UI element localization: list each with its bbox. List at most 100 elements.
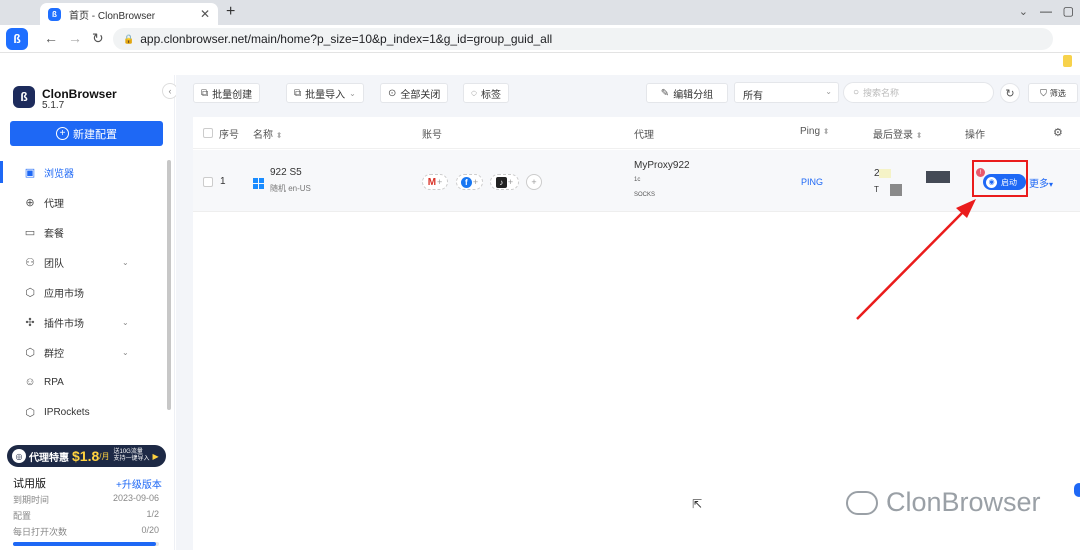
- table-header: 序号 名称 ⬍ 账号 代理 Ping ⬍ 最后登录 ⬍ 操作 ⚙: [193, 117, 1080, 149]
- proxy-type: SOCKS: [634, 192, 656, 198]
- proxy-promo-banner[interactable]: ◎ 代理特惠 $1.8 /月 送10G流量 支持一键导入 ▶: [7, 445, 166, 467]
- sidebar-item-label: 团队: [44, 258, 64, 270]
- plan-name: 试用版: [13, 478, 46, 490]
- column-settings-gear-icon[interactable]: ⚙: [1053, 126, 1063, 139]
- header-last-login[interactable]: 最后登录 ⬍: [873, 126, 922, 141]
- address-bar[interactable]: 🔒 app.clonbrowser.net/main/home?p_size=1…: [113, 28, 1053, 50]
- pencil-icon: ✎: [660, 87, 670, 99]
- promo-unit: /月: [99, 451, 110, 461]
- sidebar-item-1[interactable]: ⊕ 代理: [0, 187, 170, 217]
- more-dropdown[interactable]: 更多▾: [1029, 175, 1053, 190]
- back-icon[interactable]: ←: [44, 30, 58, 46]
- row-checkbox[interactable]: [203, 177, 213, 187]
- copy-icon: ⧉: [201, 87, 209, 99]
- table-row[interactable]: 1 922 S5 随机 en-US M + f + ♪ + + MyProxy922 …: [193, 150, 1080, 212]
- lock-icon: 🔒: [123, 33, 135, 44]
- promo-line-2: 支持一键导入: [113, 456, 150, 462]
- package-icon: ▭: [24, 226, 36, 239]
- clonbrowser-favicon-icon: ß: [48, 7, 61, 21]
- facebook-account-chip[interactable]: f +: [456, 174, 483, 190]
- header-ping[interactable]: Ping ⬍: [800, 126, 830, 137]
- tiktok-icon: ♪: [495, 176, 507, 188]
- brand-version: 5.1.7: [42, 100, 65, 111]
- forward-icon[interactable]: →: [68, 30, 82, 46]
- facebook-icon: f: [460, 176, 472, 188]
- sort-icon: ⬍: [915, 131, 923, 140]
- sidebar-item-label: 群控: [44, 348, 64, 360]
- chevron-down-icon[interactable]: ⌄: [122, 258, 129, 267]
- new-config-button[interactable]: + 新建配置: [10, 121, 163, 146]
- gmail-icon: M: [427, 176, 437, 188]
- add-account-button[interactable]: +: [526, 174, 542, 190]
- sidebar-item-3[interactable]: ⚇ 团队 ⌄: [0, 247, 170, 277]
- minimize-icon[interactable]: —: [1040, 4, 1052, 18]
- select-all-checkbox[interactable]: [203, 128, 213, 138]
- close-all-button[interactable]: ⊙ 全部关闭: [380, 83, 449, 103]
- promo-text: 代理特惠: [29, 452, 69, 464]
- close-all-label: 全部关闭: [400, 89, 441, 101]
- brand-logo-icon: ß: [13, 86, 35, 108]
- app-logo-icon[interactable]: ß: [6, 28, 28, 50]
- url-text: app.clonbrowser.net/main/home?p_size=10&…: [140, 32, 553, 46]
- filter-button[interactable]: ⛉ 筛选: [1028, 83, 1078, 103]
- gmail-account-chip[interactable]: M +: [422, 174, 448, 190]
- tags-label: 标签: [480, 89, 501, 101]
- search-placeholder: 搜索名称: [863, 88, 900, 98]
- floating-help-button[interactable]: [1074, 483, 1080, 497]
- sidebar-item-2[interactable]: ▭ 套餐: [0, 217, 170, 247]
- sidebar-item-6[interactable]: ⬡ 群控 ⌄: [0, 337, 170, 367]
- chevron-down-icon[interactable]: ⌄: [122, 318, 129, 327]
- header-name-label: 名称: [253, 130, 273, 141]
- sidebar-scrollbar[interactable]: [167, 160, 171, 410]
- batch-create-button[interactable]: ⧉ 批量创建: [193, 83, 261, 103]
- chevron-down-icon: ⌄: [825, 87, 832, 96]
- expire-label: 到期时间: [13, 495, 50, 505]
- sidebar-item-4[interactable]: ⬡ 应用市场: [0, 277, 170, 307]
- browser-tab[interactable]: ß 首页 - ClonBrowser ✕: [40, 3, 218, 25]
- tags-button[interactable]: ◌ 标签: [463, 83, 509, 103]
- edit-group-label: 编辑分组: [673, 89, 714, 101]
- batch-import-button[interactable]: ⧉ 批量导入 ⌄: [286, 83, 364, 103]
- reload-icon[interactable]: ↻: [92, 30, 104, 47]
- tab-search-chevron-icon[interactable]: ⌄: [1019, 5, 1028, 18]
- new-tab-button[interactable]: +: [226, 3, 235, 21]
- windows-icon: [253, 178, 264, 189]
- upgrade-link[interactable]: +升级版本: [116, 476, 162, 491]
- redacted-block: [926, 171, 950, 183]
- header-proxy: 代理: [634, 130, 654, 141]
- batch-create-label: 批量创建: [212, 89, 253, 101]
- tiktok-account-chip[interactable]: ♪ +: [490, 174, 519, 190]
- sidebar-item-5[interactable]: ✣ 插件市场 ⌄: [0, 307, 170, 337]
- last-login-b: T: [874, 185, 879, 194]
- main-area: ⧉ 批量创建 ⧉ 批量导入 ⌄ ⊙ 全部关闭 ◌ 标签 ✎ 编辑分组 所有 ⌄ ○ 搜索名…: [176, 75, 1080, 550]
- plus-icon: +: [437, 177, 443, 187]
- sidebar-item-label: IPRockets: [44, 406, 90, 418]
- watermark-text: ClonBrowser: [886, 487, 1041, 517]
- sidebar-item-0[interactable]: ▣ 浏览器: [0, 157, 170, 187]
- plus-icon: +: [472, 177, 479, 187]
- browser-icon: ▣: [24, 166, 36, 179]
- tab-close-icon[interactable]: ✕: [200, 7, 210, 21]
- robot-icon: ☺: [24, 376, 36, 388]
- group-select[interactable]: 所有 ⌄: [734, 82, 839, 103]
- rocket-icon: ⬡: [25, 406, 35, 419]
- promo-price: $1.8: [72, 448, 100, 464]
- bookmark-folder-icon[interactable]: [1063, 55, 1072, 67]
- header-name[interactable]: 名称 ⬍: [253, 126, 282, 141]
- chevron-down-icon[interactable]: ⌄: [122, 348, 129, 357]
- refresh-button[interactable]: ↻: [1000, 83, 1020, 103]
- config-label: 配置: [13, 511, 32, 521]
- sidebar-item-8[interactable]: ⬡ IPRockets: [0, 397, 170, 427]
- config-value: 1/2: [146, 509, 159, 519]
- header-ping-label: Ping: [800, 126, 821, 137]
- promo-line-1: 送10G流量: [113, 449, 143, 455]
- ping-button[interactable]: PING: [801, 177, 823, 187]
- search-input[interactable]: ○ 搜索名称: [843, 82, 994, 103]
- maximize-icon[interactable]: ▢: [1063, 4, 1074, 18]
- daily-progress-fill: [13, 542, 157, 546]
- profile-name[interactable]: 922 S5: [270, 167, 302, 178]
- daily-open-info: 每日打开次数 0/20: [13, 525, 159, 538]
- edit-group-button[interactable]: ✎ 编辑分组: [646, 83, 728, 103]
- browser-toolbar: ß ← → ↻ 🔒 app.clonbrowser.net/main/home?…: [0, 25, 1080, 53]
- sidebar-item-7[interactable]: ☺ RPA: [0, 367, 170, 397]
